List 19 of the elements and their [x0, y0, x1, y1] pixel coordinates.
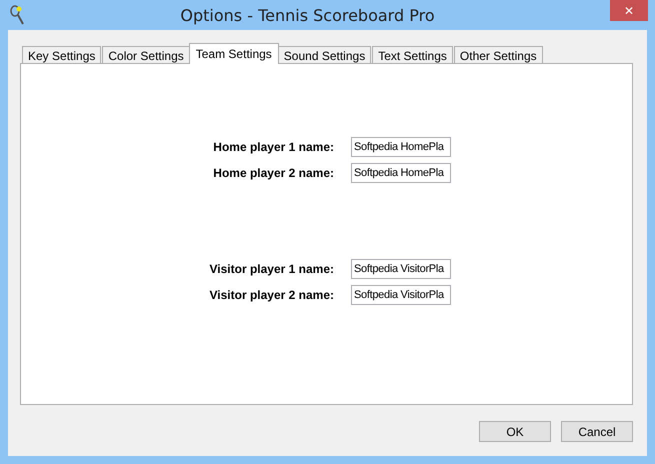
close-button[interactable]: ✕ — [610, 0, 648, 21]
input-field[interactable]: Softpedia HomePla — [351, 137, 451, 157]
field-label: Visitor player 1 name: — [208, 262, 335, 276]
tab[interactable]: Sound Settings — [278, 46, 372, 64]
tab[interactable]: Other Settings — [454, 46, 543, 64]
tab[interactable]: Color Settings — [102, 46, 190, 64]
field-label: Home player 1 name: — [212, 140, 335, 154]
field-label: Visitor player 2 name: — [208, 288, 335, 302]
tab[interactable]: Text Settings — [372, 46, 453, 64]
tab[interactable]: Key Settings — [22, 46, 102, 64]
window-title: Options - Tennis Scoreboard Pro — [179, 6, 436, 24]
racket-icon — [9, 5, 25, 25]
input-field[interactable]: Softpedia VisitorPla — [351, 285, 451, 305]
dialog-button[interactable]: Cancel — [561, 421, 633, 442]
tab[interactable]: Team Settings — [188, 43, 279, 64]
field-label: Home player 2 name: — [212, 166, 335, 180]
dialog-button[interactable]: OK — [479, 421, 551, 442]
input-field[interactable]: Softpedia HomePla — [351, 163, 451, 183]
input-field[interactable]: Softpedia VisitorPla — [351, 259, 451, 279]
